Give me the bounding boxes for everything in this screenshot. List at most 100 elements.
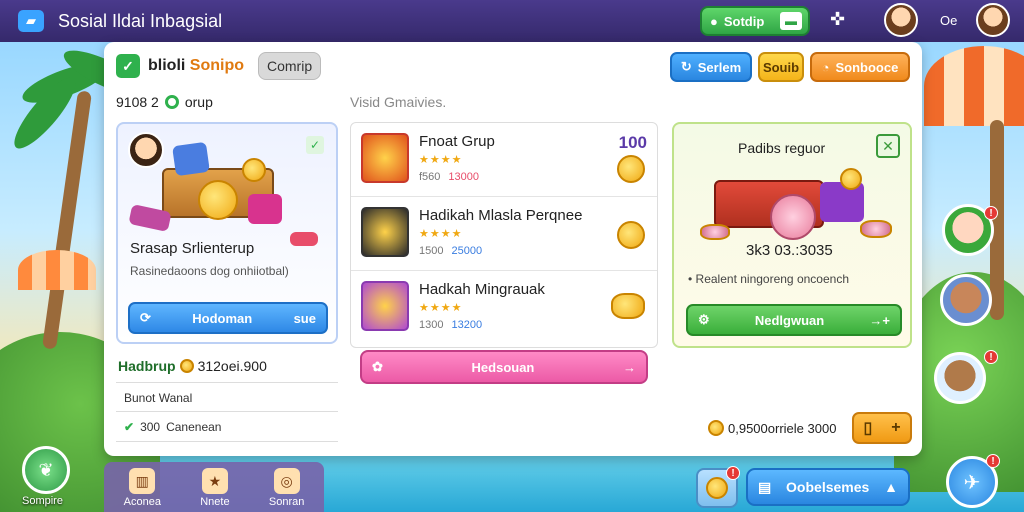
puzzle-icon[interactable]: ✜ (830, 9, 845, 30)
coin-icon (179, 359, 194, 373)
gift-box-icon (248, 194, 282, 224)
sort-button[interactable]: Souib (758, 52, 804, 82)
summary-title-prefix: Hadbrup (118, 358, 176, 374)
paw-icon: ✿ (372, 359, 383, 374)
gift-box-icon (820, 182, 864, 222)
close-icon[interactable]: ✕ (876, 134, 900, 158)
profile-avatar[interactable] (976, 3, 1010, 37)
bell-icon: ▲ (884, 479, 898, 495)
group-chip[interactable]: Comrip (258, 52, 322, 80)
coin-icon (700, 224, 730, 240)
tab-label: Aconea (123, 496, 161, 508)
reward-title: Padibs reguor (738, 140, 826, 156)
featured-group-card[interactable]: ✓ Srasap Srlienterup Rasinedaoons dog on… (116, 122, 338, 344)
list-subtitle: Visid Gmaivies. (350, 94, 447, 110)
checkmark-icon: ✓ (116, 54, 140, 78)
group-count-value: 9108 2 (116, 94, 159, 110)
link-icon: ⟳ (140, 310, 151, 325)
folder-icon[interactable]: ▰ (18, 10, 44, 32)
featured-join-button[interactable]: ⟳ Hodoman sue (128, 302, 328, 334)
list-item[interactable]: Hadikah Mlasla Perqnee ★★★★ 1500 25000 (351, 197, 657, 271)
coin-icon (860, 220, 892, 238)
gear-icon: ⚙ (698, 312, 710, 327)
group-name: Hadkah Mingrauak (419, 281, 545, 298)
group-list: Fnoat Grup ★★★★ f560 13000 100 Hadikah M… (350, 122, 658, 348)
add-coins-button[interactable]: ▯ + (852, 412, 912, 444)
group-count-suffix: orup (184, 94, 213, 110)
refresh-icon: ↻ (680, 59, 692, 74)
bottom-action-button[interactable]: ▤ Oobelsemes ▲ (746, 468, 910, 506)
ticket-icon (290, 232, 318, 246)
group-meta: 1300 13200 (419, 319, 482, 331)
character-avatar[interactable] (940, 274, 992, 326)
reward-description: • Realent ningoreng oncoench (688, 272, 849, 286)
check-icon[interactable]: ✓ (306, 136, 324, 154)
target-icon: ◎ (273, 468, 300, 494)
summary-row[interactable]: ✔ 300 Canenean (116, 412, 338, 442)
app-title: Sosial Ildai Inbagsial (58, 10, 223, 31)
list-icon: ▥ (129, 468, 156, 494)
ring-icon (164, 95, 179, 109)
star-icon: ★ (201, 468, 228, 494)
group-score: 100 (618, 133, 647, 152)
reward-claim-button[interactable]: ⚙ Nedlgwuan →+ (686, 304, 902, 336)
group-meta: f560 13000 (419, 171, 479, 183)
panel-title-accent: Sonipo (189, 57, 244, 74)
list-action-button[interactable]: ✿ Hedsouan → (360, 350, 648, 384)
tab-aconea[interactable]: ▥ Aconea (124, 468, 161, 508)
bird-icon: ✈ (963, 471, 981, 494)
home-label: Sompire (22, 495, 63, 507)
bottom-button-label: Oobelsemes (786, 479, 870, 495)
tab-label: Nnete (200, 496, 230, 508)
group-thumbnail (361, 133, 409, 183)
tab-label: Sonran (268, 496, 305, 508)
panel-title-prefix: blioli (148, 57, 186, 74)
top-bar: ▰ Sosial Ildai Inbagsial (0, 0, 1024, 42)
home-button[interactable]: ❦ (22, 446, 70, 494)
main-panel: ✓ blioli Sonipo Comrip ↻ Serlem Souib ◔ … (104, 42, 922, 456)
top-action-button[interactable]: ● Sotdip ▬ (700, 6, 810, 36)
list-item[interactable]: Hadkah Mingrauak ★★★★ 1300 13200 (351, 271, 657, 345)
ticket-icon: ▯ (863, 420, 873, 437)
palm-trunk (41, 90, 93, 350)
top-right-text: Oe (940, 13, 958, 28)
schedule-button[interactable]: ◔ Sonbooce (810, 52, 910, 82)
search-button[interactable]: ↻ Serlem (670, 52, 752, 82)
tab-nnete[interactable]: ★ Nnete (200, 468, 230, 508)
meta-b: 25000 (451, 245, 483, 257)
summary-title-value: 312oei.900 (197, 358, 267, 374)
star-rating: ★★★★ (419, 302, 463, 314)
search-button-label: Serlem (697, 59, 742, 75)
list-item[interactable]: Fnoat Grup ★★★★ f560 13000 100 (351, 123, 657, 197)
featured-button-label: Hodoman (192, 310, 253, 326)
gift-box-icon (172, 141, 210, 177)
coin-stack-icon (611, 293, 645, 319)
summary-row-label: Canenean (166, 419, 222, 434)
coin-icon (840, 168, 862, 190)
reward-card[interactable]: Padibs reguor ✕ 3k3 03.:3035 • Realent n… (672, 122, 912, 348)
summary-row[interactable]: Bunot Wanal (116, 382, 338, 412)
balance-display: 0,9500orriele 3000 (708, 420, 836, 436)
panel-title: blioli Sonipo (148, 57, 244, 75)
star-badge-icon (770, 194, 816, 240)
coin-icon (706, 477, 728, 499)
coin-icon (242, 158, 266, 182)
toggle-icon: ● (710, 13, 718, 29)
character-avatar[interactable] (934, 352, 986, 404)
meta-a: 1500 (419, 245, 444, 257)
umbrella-right (924, 46, 1024, 126)
tab-sonran[interactable]: ◎ Sonran (269, 468, 304, 508)
list-button-label: Hedsouan (471, 359, 535, 375)
reward-amount: 3k3 03.:3035 (746, 242, 833, 259)
meta-a: 1300 (419, 319, 444, 331)
reward-button-suffix: →+ (869, 312, 890, 328)
coin-icon (617, 221, 645, 249)
group-thumbnail (361, 281, 409, 331)
bottom-tab-bar: ▥ Aconea ★ Nnete ◎ Sonran (104, 462, 324, 512)
avatar (128, 132, 164, 168)
avatar[interactable] (884, 3, 918, 37)
coin-icon (198, 180, 238, 220)
schedule-button-label: Sonbooce (835, 59, 899, 75)
group-name: Fnoat Grup (419, 133, 495, 150)
plus-label: + (891, 419, 901, 436)
